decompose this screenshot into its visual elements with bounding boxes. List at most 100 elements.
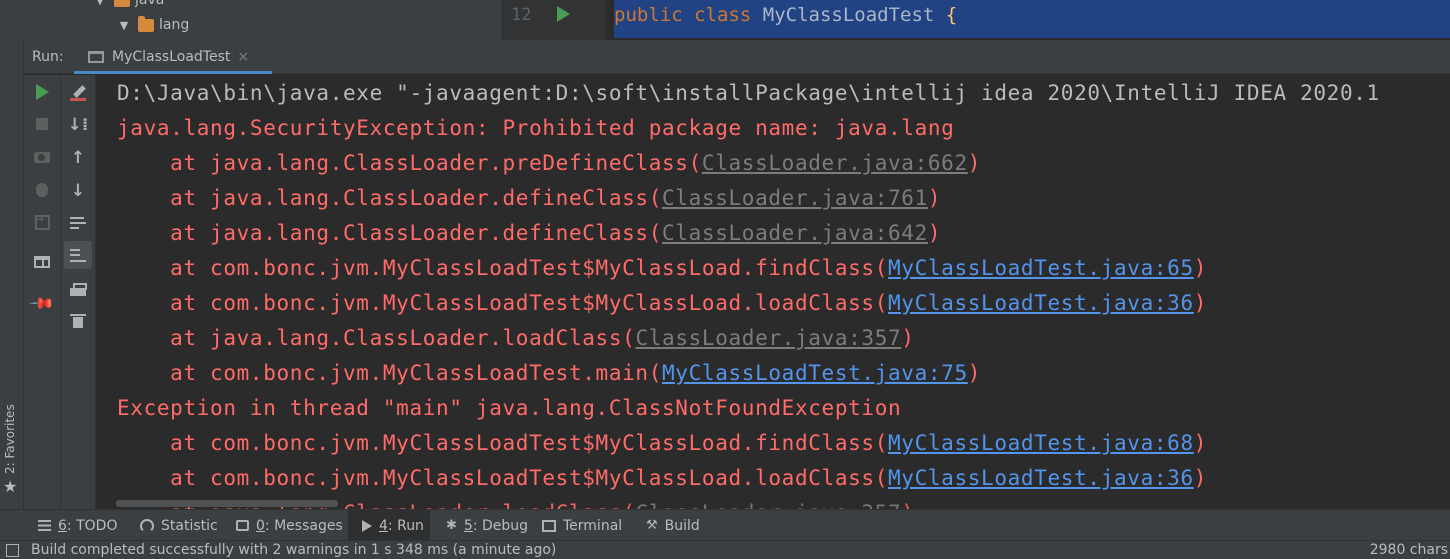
hammer-icon: ⚒: [646, 518, 658, 533]
list-icon: [38, 520, 51, 531]
next-occurrence-button[interactable]: ↓: [64, 177, 92, 205]
exit-button[interactable]: [28, 208, 56, 236]
stack-trace-line: at java.lang.ClassLoader.defineClass(Cla…: [117, 221, 942, 245]
run-panel-header: Run: MyClassLoadTest ×: [24, 40, 1450, 74]
char-count: 2980 chars: [1369, 542, 1448, 558]
open-brace: {: [945, 4, 958, 26]
stack-trace-link[interactable]: MyClassLoadTest.java:36: [888, 291, 1194, 315]
stack-trace-link[interactable]: ClassLoader.java:642: [662, 221, 928, 245]
top-strip: ▼ java ▼ lang 12 public class MyClassLoa…: [0, 0, 1450, 40]
close-icon[interactable]: ×: [237, 49, 249, 65]
stack-trace-line: at java.lang.ClassLoader.preDefineClass(…: [117, 151, 982, 175]
code-editor[interactable]: public class MyClassLoadTest {: [606, 0, 1450, 40]
tool-tab-build[interactable]: ⚒ Build: [638, 510, 708, 541]
stack-trace-link[interactable]: MyClassLoadTest.java:65: [888, 256, 1194, 280]
run-toolbar-primary: 📌: [24, 75, 61, 509]
rerun-button[interactable]: [28, 78, 56, 106]
toggle-tool-windows-icon[interactable]: [6, 544, 19, 557]
keyword-public: public: [614, 4, 683, 26]
soft-wrap-button[interactable]: [64, 209, 92, 237]
pin-tab-button[interactable]: 📌: [28, 289, 56, 317]
print-icon: [70, 282, 87, 296]
run-toolbar-secondary: ↓⁞ ↑ ↓: [61, 75, 96, 509]
thread-dump-button[interactable]: [28, 143, 56, 171]
console-icon: [88, 51, 104, 63]
tool-tab-debug[interactable]: ✱ 5: Debug: [438, 510, 536, 541]
print-button[interactable]: [64, 275, 92, 303]
expand-arrow-icon[interactable]: ▼: [94, 0, 106, 7]
horizontal-scrollbar[interactable]: [116, 500, 338, 507]
tree-item-label: lang: [159, 17, 190, 33]
stack-trace-line: at com.bonc.jvm.MyClassLoadTest$MyClassL…: [117, 466, 1208, 490]
message-icon: [236, 520, 249, 531]
stop-icon: [36, 118, 48, 130]
editor-gutter: 12: [502, 0, 606, 40]
console-line-exception: Exception in thread "main" java.lang.Cla…: [117, 396, 902, 420]
folder-icon: [114, 0, 130, 7]
tool-tab-todo[interactable]: 6: TODO: [30, 510, 125, 541]
trash-icon: [70, 314, 86, 328]
tree-item-lang[interactable]: ▼ lang: [118, 15, 190, 33]
bug-icon: [36, 183, 48, 197]
run-tab-myclassloadtest[interactable]: MyClassLoadTest ×: [74, 40, 272, 74]
stack-trace-link[interactable]: MyClassLoadTest.java:36: [888, 466, 1194, 490]
console-output[interactable]: D:\Java\bin\java.exe "-javaagent:D:\soft…: [96, 75, 1450, 509]
tool-tab-messages[interactable]: 0: Messages: [228, 510, 351, 541]
stack-trace-link[interactable]: MyClassLoadTest.java:68: [888, 431, 1194, 455]
project-tree: ▼ java ▼ lang: [24, 0, 502, 40]
code-line-selected[interactable]: public class MyClassLoadTest {: [614, 0, 1450, 38]
stack-trace-link[interactable]: ClassLoader.java:357: [635, 326, 901, 350]
console-line-command: D:\Java\bin\java.exe "-javaagent:D:\soft…: [117, 81, 1380, 105]
tree-item-java[interactable]: ▼ java: [94, 0, 164, 8]
status-message[interactable]: Build completed successfully with 2 warn…: [31, 542, 556, 558]
stack-trace-link[interactable]: ClassLoader.java:662: [702, 151, 968, 175]
status-bar: Build completed successfully with 2 warn…: [0, 540, 1450, 559]
run-panel-label: Run:: [32, 49, 64, 65]
stop-button[interactable]: [28, 110, 56, 138]
stack-trace-link[interactable]: ClassLoader.java:761: [662, 186, 928, 210]
pin-icon: 📌: [28, 289, 56, 317]
arrow-down-icon: ↓: [70, 180, 86, 201]
stack-trace-line: at java.lang.ClassLoader.defineClass(Cla…: [117, 186, 942, 210]
stack-trace-link[interactable]: MyClassLoadTest.java:75: [662, 361, 968, 385]
camera-icon: [34, 151, 50, 163]
play-icon: [35, 84, 49, 100]
exit-icon: [34, 212, 50, 230]
stack-trace-line: at com.bonc.jvm.MyClassLoadTest$MyClassL…: [117, 291, 1208, 315]
folder-icon: [138, 15, 154, 32]
gauge-icon: [140, 518, 154, 533]
layout-icon: [34, 256, 50, 268]
tool-tab-terminal[interactable]: Terminal: [534, 510, 630, 541]
run-tab-title: MyClassLoadTest: [112, 49, 231, 65]
run-icon: [362, 519, 372, 532]
active-tab-indicator: [74, 71, 272, 74]
arrow-up-icon: ↑: [70, 147, 86, 168]
debug-icon: ✱: [446, 518, 457, 533]
clear-and-edit-button[interactable]: [64, 79, 92, 107]
stack-trace-line: at com.bonc.jvm.MyClassLoadTest$MyClassL…: [117, 431, 1208, 455]
line-number: 12: [511, 5, 532, 25]
clear-all-button[interactable]: [64, 307, 92, 335]
stack-trace-link[interactable]: ClassLoader.java:357: [635, 501, 901, 509]
debug-settings-button[interactable]: [28, 176, 56, 204]
sort-button[interactable]: ↓⁞: [64, 111, 92, 139]
tool-window-bar: 6: TODO Statistic 0: Messages 4: Run ✱ 5…: [0, 509, 1450, 541]
tool-tab-statistic[interactable]: Statistic: [132, 510, 226, 541]
favorites-tool-button[interactable]: 2: Favorites: [3, 404, 17, 474]
favorites-star-icon[interactable]: ★: [3, 477, 17, 496]
stack-trace-line: at com.bonc.jvm.MyClassLoadTest$MyClassL…: [117, 256, 1208, 280]
gutter-run-icon[interactable]: [557, 6, 570, 22]
restore-layout-button[interactable]: [28, 248, 56, 276]
stack-trace-line: at com.bonc.jvm.MyClassLoadTest.main(MyC…: [117, 361, 982, 385]
soft-wrap-icon: [69, 215, 87, 231]
previous-occurrence-button[interactable]: ↑: [64, 144, 92, 172]
tool-tab-run[interactable]: 4: Run: [348, 510, 430, 541]
pencil-icon: [69, 84, 87, 102]
expand-arrow-icon[interactable]: ▼: [118, 19, 130, 32]
sort-down-icon: ↓⁞: [67, 114, 89, 135]
scroll-to-end-button[interactable]: [64, 241, 92, 269]
console-line-exception: java.lang.SecurityException: Prohibited …: [117, 116, 955, 140]
scroll-to-end-icon: [69, 247, 87, 263]
stack-trace-line: at java.lang.ClassLoader.loadClass(Class…: [117, 326, 915, 350]
terminal-icon: [542, 519, 556, 532]
